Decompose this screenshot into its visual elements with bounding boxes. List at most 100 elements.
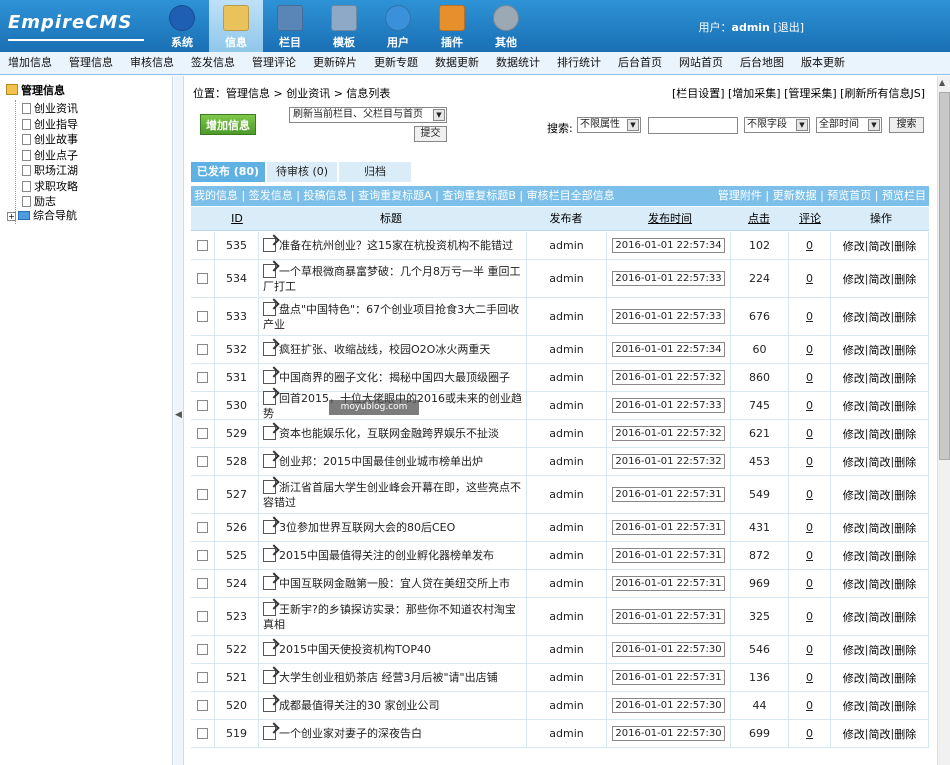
row-op-edit[interactable]: 修改 <box>843 370 865 386</box>
row-comments-link[interactable]: 0 <box>806 549 813 562</box>
row-comments-link[interactable]: 0 <box>806 699 813 712</box>
row-op-edit[interactable]: 修改 <box>843 642 865 658</box>
col-hits[interactable]: 点击 <box>729 207 789 231</box>
row-time-field[interactable]: 2016-01-01 22:57:31 <box>612 670 725 685</box>
sidebar-root[interactable]: 管理信息 <box>6 82 65 98</box>
tab-published[interactable]: 已发布 (80) <box>191 162 265 182</box>
sidebar-item[interactable]: 创业指导 <box>22 116 78 132</box>
row-time-field[interactable]: 2016-01-01 22:57:31 <box>612 520 725 535</box>
row-comments-link[interactable]: 0 <box>806 521 813 534</box>
row-op-edit[interactable]: 修改 <box>843 548 865 564</box>
row-op-simple[interactable]: 简改 <box>869 642 891 658</box>
row-op-delete[interactable]: 删除 <box>894 238 916 254</box>
search-input[interactable] <box>648 117 738 134</box>
row-op-delete[interactable]: 删除 <box>894 670 916 686</box>
row-comments-link[interactable]: 0 <box>806 239 813 252</box>
nav-gear[interactable]: 其他 <box>479 0 533 52</box>
row-checkbox[interactable] <box>197 550 208 561</box>
row-title-link[interactable]: 中国商界的圈子文化：揭秘中国四大最顶级圈子 <box>279 371 510 384</box>
row-time-field[interactable]: 2016-01-01 22:57:32 <box>612 370 725 385</box>
row-title-link[interactable]: 3位参加世界互联网大会的80后CEO <box>279 521 455 534</box>
row-op-delete[interactable]: 删除 <box>894 609 916 625</box>
band-left-links[interactable]: 我的信息 | 签发信息 | 投稿信息 | 查询重复标题A | 查询重复标题B |… <box>194 186 615 206</box>
row-comments-link[interactable]: 0 <box>806 727 813 740</box>
row-checkbox[interactable] <box>197 344 208 355</box>
row-op-delete[interactable]: 删除 <box>894 698 916 714</box>
subnav-item[interactable]: 审核信息 <box>122 52 182 74</box>
row-checkbox[interactable] <box>197 522 208 533</box>
row-op-simple[interactable]: 简改 <box>869 271 891 287</box>
row-time-field[interactable]: 2016-01-01 22:57:31 <box>612 576 725 591</box>
sidebar-item[interactable]: 创业故事 <box>22 131 78 147</box>
row-comments-link[interactable]: 0 <box>806 455 813 468</box>
empirecms-logo[interactable]: EmpireCMS <box>8 10 148 42</box>
row-op-simple[interactable]: 简改 <box>869 726 891 742</box>
subnav-item[interactable]: 更新碎片 <box>305 52 365 74</box>
subnav-item[interactable]: 数据更新 <box>427 52 487 74</box>
row-checkbox[interactable] <box>197 372 208 383</box>
field-select[interactable]: 不限字段 ▼ <box>744 117 810 133</box>
row-comments-link[interactable]: 0 <box>806 610 813 623</box>
row-comments-link[interactable]: 0 <box>806 399 813 412</box>
row-op-edit[interactable]: 修改 <box>843 487 865 503</box>
row-checkbox[interactable] <box>197 456 208 467</box>
sidebar-splitter[interactable]: ◀ <box>174 76 184 765</box>
band-right-links[interactable]: 管理附件 | 更新数据 | 预览首页 | 预览栏目 <box>718 186 926 206</box>
subnav-item[interactable]: 数据统计 <box>488 52 548 74</box>
row-time-field[interactable]: 2016-01-01 22:57:32 <box>612 426 725 441</box>
tab-archive[interactable]: 归档 <box>339 162 411 182</box>
row-op-delete[interactable]: 删除 <box>894 370 916 386</box>
subnav-item[interactable]: 管理信息 <box>61 52 121 74</box>
row-time-field[interactable]: 2016-01-01 22:57:34 <box>612 238 725 253</box>
row-op-edit[interactable]: 修改 <box>843 271 865 287</box>
row-op-simple[interactable]: 简改 <box>869 698 891 714</box>
row-checkbox[interactable] <box>197 311 208 322</box>
row-op-edit[interactable]: 修改 <box>843 454 865 470</box>
row-time-field[interactable]: 2016-01-01 22:57:30 <box>612 726 725 741</box>
row-op-simple[interactable]: 简改 <box>869 398 891 414</box>
row-op-delete[interactable]: 删除 <box>894 726 916 742</box>
row-title-link[interactable]: 成都最值得关注的30 家创业公司 <box>279 699 440 712</box>
row-checkbox[interactable] <box>197 240 208 251</box>
refresh-select[interactable]: 刷新当前栏目、父栏目与首页 ▼ <box>289 107 447 123</box>
row-checkbox[interactable] <box>197 611 208 622</box>
row-op-edit[interactable]: 修改 <box>843 238 865 254</box>
row-time-field[interactable]: 2016-01-01 22:57:31 <box>612 609 725 624</box>
row-op-delete[interactable]: 删除 <box>894 309 916 325</box>
row-comments-link[interactable]: 0 <box>806 343 813 356</box>
row-op-simple[interactable]: 简改 <box>869 309 891 325</box>
row-op-delete[interactable]: 删除 <box>894 271 916 287</box>
row-checkbox[interactable] <box>197 428 208 439</box>
attr-select[interactable]: 不限属性 ▼ <box>577 117 641 133</box>
logout-link[interactable]: [退出] <box>773 21 804 34</box>
submit-button[interactable]: 提交 <box>414 126 447 142</box>
subnav-item[interactable]: 网站首页 <box>671 52 731 74</box>
row-op-edit[interactable]: 修改 <box>843 426 865 442</box>
vertical-scrollbar[interactable]: ▲ <box>937 76 950 765</box>
nav-globe[interactable]: 系统 <box>155 0 209 52</box>
row-checkbox[interactable] <box>197 273 208 284</box>
col-time[interactable]: 发布时间 <box>607 207 733 231</box>
row-title-link[interactable]: 资本也能娱乐化，互联网金融跨界娱乐不扯淡 <box>279 427 499 440</box>
row-op-simple[interactable]: 简改 <box>869 370 891 386</box>
subnav-item[interactable]: 版本更新 <box>793 52 853 74</box>
row-op-delete[interactable]: 删除 <box>894 398 916 414</box>
row-title-link[interactable]: 一个创业家对妻子的深夜告白 <box>279 727 422 740</box>
tab-pending[interactable]: 待审核 (0) <box>267 162 337 182</box>
row-op-edit[interactable]: 修改 <box>843 609 865 625</box>
nav-folder[interactable]: 栏目 <box>263 0 317 52</box>
row-time-field[interactable]: 2016-01-01 22:57:33 <box>612 398 725 413</box>
row-comments-link[interactable]: 0 <box>806 577 813 590</box>
subnav-item[interactable]: 管理评论 <box>244 52 304 74</box>
scroll-thumb[interactable] <box>939 92 950 460</box>
row-op-delete[interactable]: 删除 <box>894 548 916 564</box>
row-title-link[interactable]: 大学生创业租奶茶店 经营3月后被"请"出店铺 <box>279 671 498 684</box>
row-checkbox[interactable] <box>197 644 208 655</box>
row-op-delete[interactable]: 删除 <box>894 642 916 658</box>
breadcrumb-path[interactable]: 管理信息 > 创业资讯 > 信息列表 <box>226 87 390 100</box>
row-title-link[interactable]: 一个草根微商暴富梦破：几个月8万亏一半 重回工厂打工 <box>263 265 521 293</box>
top-links[interactable]: [栏目设置] [增加采集] [管理采集] [刷新所有信息JS] <box>672 85 925 101</box>
row-checkbox[interactable] <box>197 400 208 411</box>
row-time-field[interactable]: 2016-01-01 22:57:33 <box>612 271 725 286</box>
row-op-simple[interactable]: 简改 <box>869 520 891 536</box>
